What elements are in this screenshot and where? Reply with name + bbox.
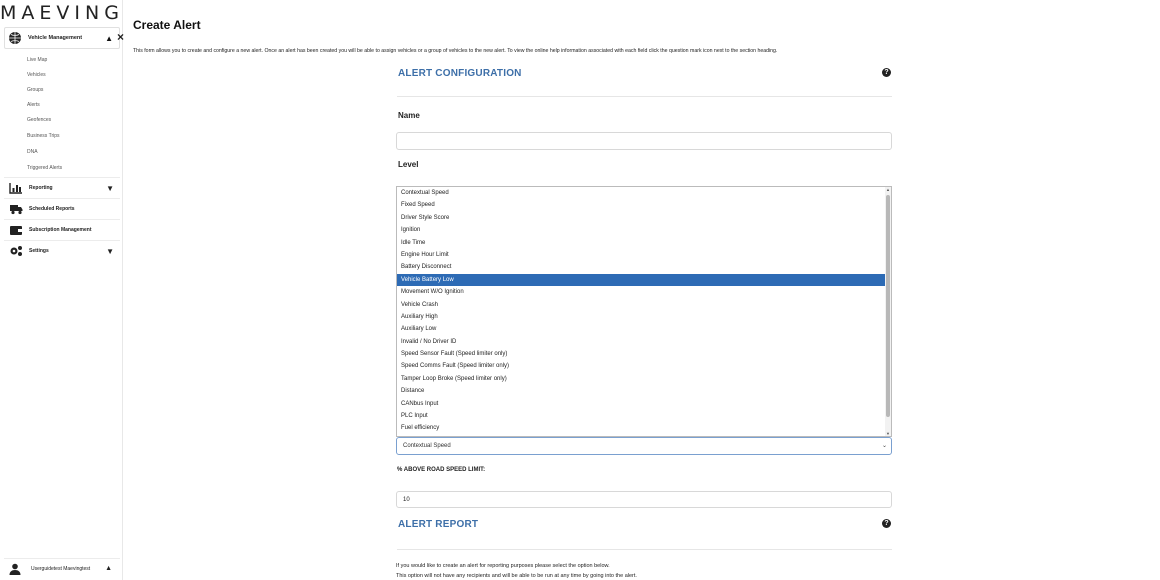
wallet-icon xyxy=(10,226,22,235)
report-info-line2: This option will not have any recipients… xyxy=(396,573,637,579)
speed-limit-input[interactable]: 10 xyxy=(396,491,892,508)
dropdown-option[interactable]: Speed Sensor Fault (Speed limiter only) xyxy=(397,348,885,360)
sidebar-item-label: Vehicle Management xyxy=(28,35,83,41)
chevron-down-icon: ▼ xyxy=(106,246,114,256)
divider xyxy=(397,549,892,550)
dropdown-option[interactable]: Ignition xyxy=(397,224,885,236)
chevron-up-icon: ▲ xyxy=(105,565,112,572)
dropdown-option[interactable]: Auxiliary Low xyxy=(397,323,885,335)
sidebar-item-label: Reporting xyxy=(29,185,53,191)
sidebar: MAEVING Vehicle Management ▲ × Live Map … xyxy=(0,0,124,580)
dropdown-option[interactable]: Driver Style Score xyxy=(397,212,885,224)
level-select[interactable]: Contextual Speed ⌄ xyxy=(396,437,892,455)
dropdown-option[interactable]: Tamper Loop Broke (Speed limiter only) xyxy=(397,373,885,385)
sidebar-subitem-business-trips[interactable]: Business Trips xyxy=(27,133,60,139)
name-label: Name xyxy=(398,111,420,120)
scroll-down-arrow-icon[interactable]: ▼ xyxy=(885,431,891,436)
dropdown-option[interactable]: Speed Comms Fault (Speed limiter only) xyxy=(397,360,885,372)
brand-logo: MAEVING xyxy=(0,2,124,24)
divider xyxy=(397,96,892,97)
sidebar-item-label: Subscription Management xyxy=(29,227,92,233)
chevron-down-icon: ⌄ xyxy=(881,443,887,449)
sidebar-item-label: Scheduled Reports xyxy=(29,206,75,212)
sidebar-item-vehicle-management[interactable]: Vehicle Management ▲ xyxy=(4,27,120,49)
alert-report-heading: ALERT REPORT xyxy=(398,519,479,530)
dropdown-option[interactable]: Engine Hour Limit xyxy=(397,249,885,261)
sidebar-subitem-alerts[interactable]: Alerts xyxy=(27,102,40,108)
help-icon[interactable]: ? xyxy=(882,68,891,77)
sidebar-subitem-triggered-alerts[interactable]: Triggered Alerts xyxy=(27,165,62,171)
name-input[interactable] xyxy=(396,132,892,150)
dropdown-option[interactable]: Fuel efficiency xyxy=(397,422,885,434)
sidebar-item-reporting[interactable]: Reporting ▼ xyxy=(4,177,120,198)
chevron-up-icon: ▲ xyxy=(105,33,113,43)
speed-limit-label: % ABOVE ROAD SPEED LIMIT: xyxy=(397,467,486,473)
gears-icon xyxy=(10,246,22,256)
report-info-line1: If you would like to create an alert for… xyxy=(396,563,610,569)
dropdown-option[interactable]: PLC Input xyxy=(397,410,885,422)
dropdown-option[interactable]: Invalid / No Driver ID xyxy=(397,336,885,348)
dropdown-scrollbar[interactable]: ▲ ▼ xyxy=(885,187,891,436)
bar-chart-icon xyxy=(9,183,22,194)
level-select-value: Contextual Speed xyxy=(403,443,451,449)
sidebar-subitem-geofences[interactable]: Geofences xyxy=(27,117,51,123)
dropdown-option-highlighted[interactable]: Vehicle Battery Low xyxy=(397,273,885,287)
sidebar-subitem-vehicles[interactable]: Vehicles xyxy=(27,72,46,78)
sidebar-item-settings[interactable]: Settings ▼ xyxy=(4,240,120,261)
page-title: Create Alert xyxy=(133,18,201,32)
sidebar-item-subscription-management[interactable]: Subscription Management xyxy=(4,219,120,240)
user-name: Userguidetest Maevingtest xyxy=(31,565,91,572)
dropdown-option[interactable]: Vehicle Crash xyxy=(397,299,885,311)
dropdown-option[interactable]: CANbus Input xyxy=(397,398,885,410)
dropdown-option[interactable]: Contextual Speed xyxy=(397,187,885,199)
globe-icon xyxy=(9,32,21,44)
dropdown-option[interactable]: Distance xyxy=(397,385,885,397)
page-description: This form allows you to create and confi… xyxy=(133,48,778,54)
close-sidebar-button[interactable]: × xyxy=(117,30,124,44)
chevron-down-icon: ▼ xyxy=(106,183,114,193)
dropdown-option[interactable]: Movement W/O Ignition xyxy=(397,286,885,298)
sidebar-item-scheduled-reports[interactable]: Scheduled Reports xyxy=(4,198,120,219)
dropdown-option[interactable]: Fixed Speed xyxy=(397,199,885,211)
dropdown-option[interactable]: Battery Disconnect xyxy=(397,261,885,273)
sidebar-subitem-groups[interactable]: Groups xyxy=(27,87,43,93)
sidebar-item-label: Settings xyxy=(29,248,49,254)
dropdown-option[interactable]: Idle Time xyxy=(397,237,885,249)
truck-icon xyxy=(10,205,23,215)
scroll-up-arrow-icon[interactable]: ▲ xyxy=(885,187,891,192)
dropdown-option[interactable]: Auxiliary High xyxy=(397,311,885,323)
level-label: Level xyxy=(398,160,419,169)
user-menu[interactable]: Userguidetest Maevingtest ▲ xyxy=(4,558,120,578)
sidebar-subitem-live-map[interactable]: Live Map xyxy=(27,57,47,63)
sidebar-subitem-dna[interactable]: DNA xyxy=(27,149,38,155)
user-icon xyxy=(9,563,21,575)
alert-configuration-heading: ALERT CONFIGURATION xyxy=(398,68,522,79)
scrollbar-thumb[interactable] xyxy=(886,195,890,417)
help-icon[interactable]: ? xyxy=(882,519,891,528)
level-dropdown-list[interactable]: Contextual Speed Fixed Speed Driver Styl… xyxy=(396,186,892,437)
